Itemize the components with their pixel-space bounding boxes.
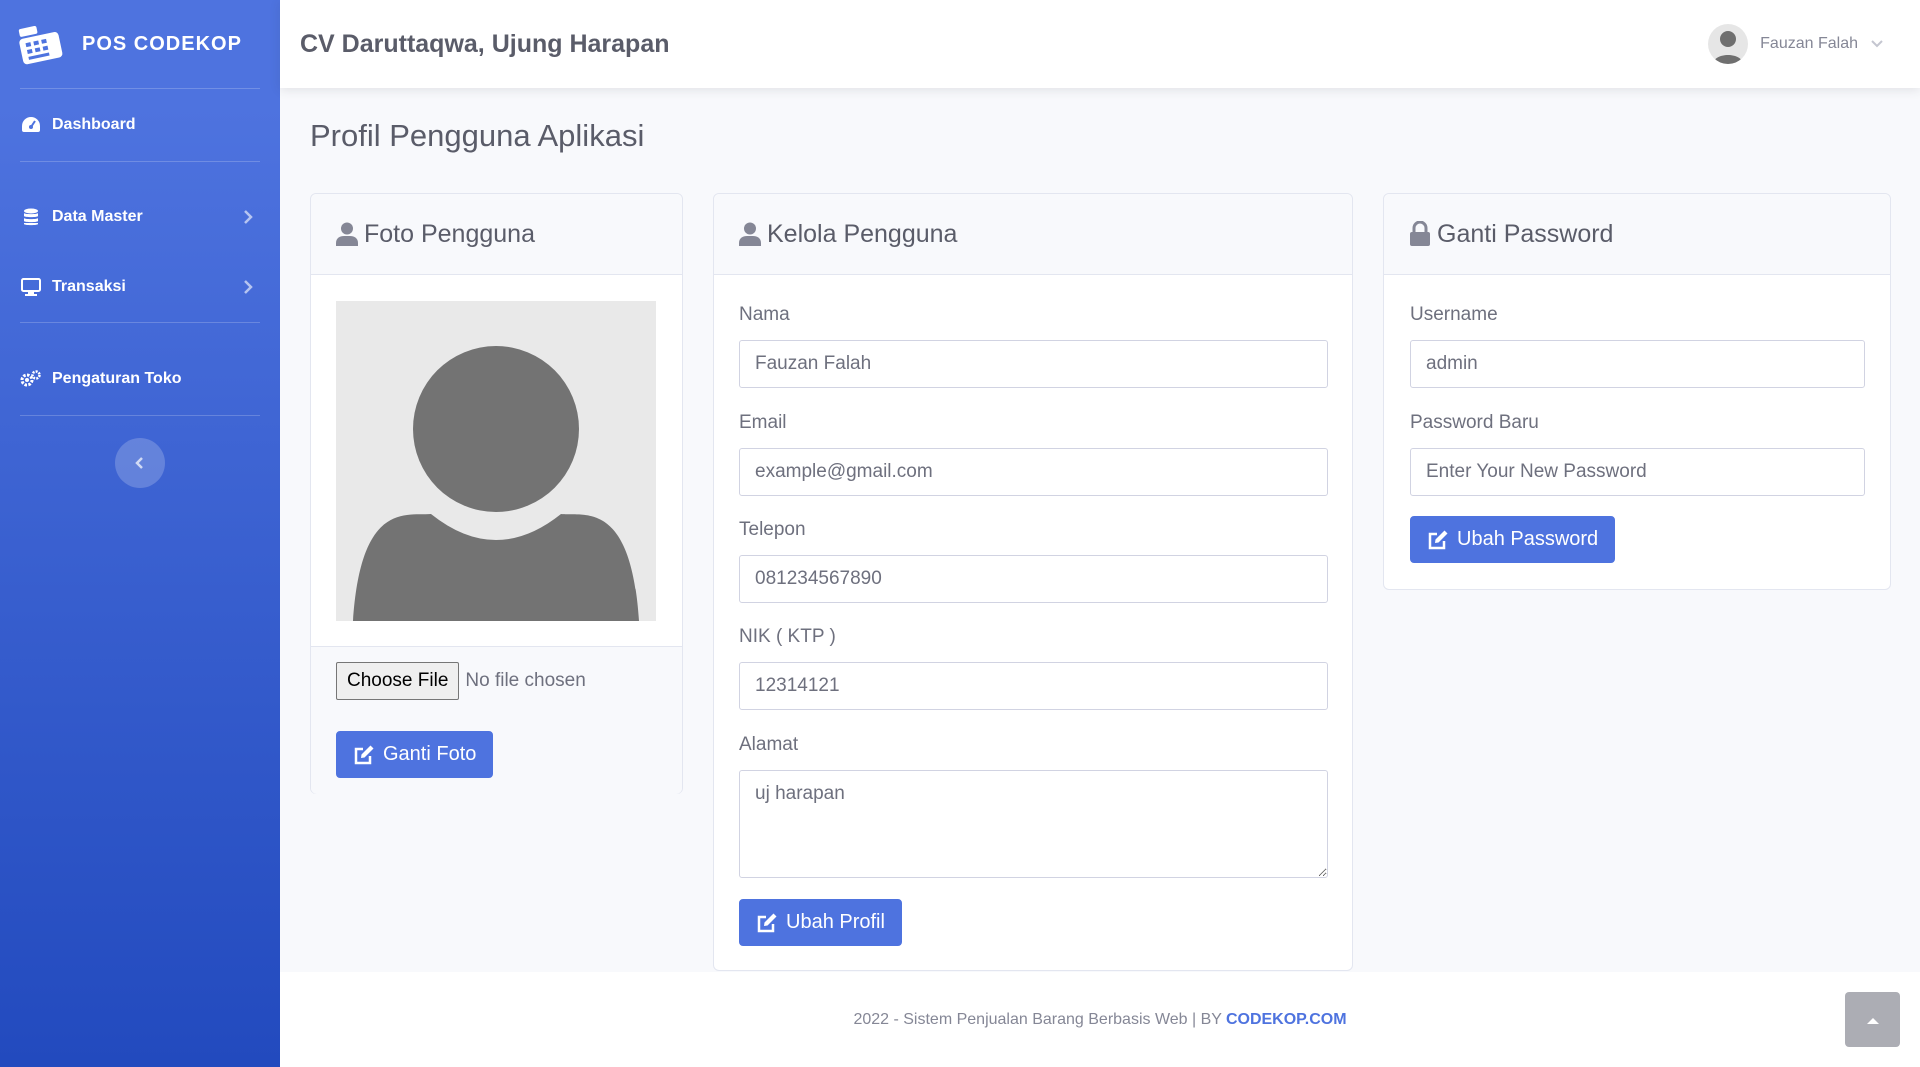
telepon-label: Telepon [739, 519, 806, 540]
user-icon [739, 221, 761, 247]
chevron-up-icon [1866, 1017, 1879, 1024]
kelola-pengguna-card: Kelola Pengguna Nama Email Telepon NIK (… [713, 193, 1353, 971]
password-baru-label: Password Baru [1410, 412, 1539, 433]
footer-link[interactable]: CODEKOP.COM [1226, 1011, 1347, 1029]
ubah-password-button[interactable]: Ubah Password [1410, 516, 1616, 563]
choose-file-button[interactable]: Choose File [336, 662, 460, 700]
footer: 2022 - Sistem Penjualan Barang Berbasis … [280, 972, 1920, 1067]
database-icon [20, 206, 42, 228]
button-label: Ganti Foto [383, 743, 477, 765]
chevron-left-icon [135, 457, 143, 469]
user-dropdown[interactable]: Fauzan Falah [1708, 24, 1884, 64]
desktop-icon [20, 276, 42, 298]
nik-label: NIK ( KTP ) [739, 626, 836, 647]
sidebar-item-label: Data Master [52, 208, 143, 225]
edit-icon [353, 744, 375, 766]
user-name: Fauzan Falah [1760, 35, 1858, 52]
sidebar-item-pengaturan-toko[interactable]: Pengaturan Toko [0, 343, 280, 415]
chevron-down-icon [1871, 40, 1883, 48]
email-label: Email [739, 412, 787, 433]
sidebar-divider [20, 415, 260, 416]
photo-upload-area: Choose File No file chosen Ganti Foto [311, 646, 682, 794]
alamat-textarea[interactable]: uj harapan [739, 770, 1328, 878]
edit-icon [756, 912, 778, 934]
foto-pengguna-card: Foto Pengguna Choose File No file chosen… [310, 193, 683, 794]
page-title: Profil Pengguna Aplikasi [310, 118, 645, 153]
button-label: Ubah Password [1457, 528, 1599, 550]
username-label: Username [1410, 304, 1498, 325]
sidebar-item-label: Transaksi [52, 278, 126, 295]
nama-input[interactable] [739, 340, 1328, 388]
user-icon [336, 221, 358, 247]
store-title: CV Daruttaqwa, Ujung Harapan [300, 29, 670, 58]
ganti-password-card: Ganti Password Username Password Baru Ub… [1383, 193, 1891, 590]
sidebar-item-label: Dashboard [52, 116, 136, 133]
default-avatar-icon [353, 346, 639, 621]
scroll-to-top-button[interactable] [1845, 992, 1900, 1047]
sidebar-toggle-button[interactable] [115, 438, 165, 488]
avatar [1708, 24, 1749, 64]
file-status: No file chosen [465, 670, 586, 691]
brand-name: POS CODEKOP [82, 32, 242, 55]
sidebar-item-label: Pengaturan Toko [52, 370, 182, 387]
user-photo [336, 301, 656, 621]
file-input[interactable]: Choose File No file chosen [336, 662, 586, 700]
button-label: Ubah Profil [786, 911, 885, 933]
card-title: Ganti Password [1437, 219, 1614, 248]
nik-input[interactable] [739, 662, 1328, 710]
cogs-icon [20, 368, 42, 390]
sidebar-item-data-master[interactable]: Data Master [0, 182, 280, 252]
sidebar: POS CODEKOP Dashboard Data Master Transa… [0, 0, 280, 1067]
ganti-foto-button[interactable]: Ganti Foto [336, 731, 494, 778]
card-header: Ganti Password [1384, 194, 1890, 275]
tachometer-icon [20, 114, 42, 136]
lock-icon [1409, 221, 1431, 247]
brand[interactable]: POS CODEKOP [0, 0, 280, 88]
sidebar-item-dashboard[interactable]: Dashboard [0, 89, 280, 161]
telepon-input[interactable] [739, 555, 1328, 603]
card-header: Foto Pengguna [311, 194, 682, 275]
sidebar-item-transaksi[interactable]: Transaksi [0, 252, 280, 322]
card-title: Kelola Pengguna [767, 219, 958, 248]
card-header: Kelola Pengguna [714, 194, 1352, 275]
alamat-label: Alamat [739, 734, 799, 755]
footer-text: 2022 - Sistem Penjualan Barang Berbasis … [853, 1010, 1222, 1028]
nama-label: Nama [739, 304, 790, 325]
topbar: CV Daruttaqwa, Ujung Harapan Fauzan Fala… [280, 0, 1920, 88]
chevron-right-icon [244, 280, 253, 294]
chevron-right-icon [244, 210, 253, 224]
username-input[interactable] [1410, 340, 1865, 388]
edit-icon [1427, 529, 1449, 551]
password-baru-input[interactable] [1410, 448, 1865, 496]
cash-register-icon [18, 25, 63, 65]
email-input[interactable] [739, 448, 1328, 496]
ubah-profil-button[interactable]: Ubah Profil [739, 899, 902, 946]
card-title: Foto Pengguna [364, 219, 535, 248]
